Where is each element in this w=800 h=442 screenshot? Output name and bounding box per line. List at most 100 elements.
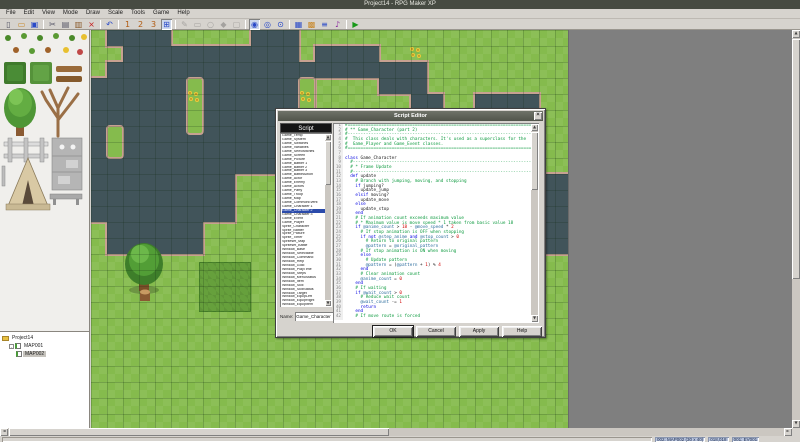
map-icon: [16, 351, 22, 357]
flood-fill-tool-icon: ◆: [218, 19, 229, 30]
event-layer-icon[interactable]: ⊞: [161, 19, 172, 30]
map-vertical-scrollbar[interactable]: ▲ ▼: [792, 30, 800, 428]
zoom-1-4-icon[interactable]: ⊙: [275, 19, 286, 30]
status-map-info: 002: MAP002 (30 x 40): [655, 437, 705, 442]
database-icon[interactable]: ▦: [293, 19, 304, 30]
app-window: Project14 - RPG Maker XP FileEditViewMod…: [0, 0, 800, 442]
playtest-icon[interactable]: ▶: [350, 19, 361, 30]
open-project-icon[interactable]: ▭: [16, 19, 27, 30]
toolbar-separator: [175, 20, 176, 29]
scroll-down-icon[interactable]: ▼: [531, 315, 538, 322]
cancel-button[interactable]: Cancel: [416, 326, 456, 337]
list-scroll-thumb[interactable]: [325, 141, 331, 185]
scroll-up-icon[interactable]: ▲: [792, 30, 800, 38]
scroll-down-icon[interactable]: ▼: [325, 300, 331, 306]
dialog-title: Script Editor: [394, 113, 427, 119]
code-editor-scrollbar[interactable]: ▲ ▼: [531, 124, 538, 322]
toolbar-separator: [100, 20, 101, 29]
tree-item-map001[interactable]: -MAP001: [0, 342, 89, 350]
toolbar-separator: [118, 20, 119, 29]
project-tree: Project14-MAP001MAP002: [0, 331, 90, 428]
code-line: 6#======================================…: [334, 147, 531, 152]
menu-game[interactable]: Game: [149, 9, 173, 18]
status-coordinates: 018,018: [708, 437, 728, 442]
menu-file[interactable]: File: [2, 9, 20, 18]
code-editor[interactable]: 1#======================================…: [333, 123, 539, 323]
select-tool-icon: ▢: [231, 19, 242, 30]
code-scroll-thumb[interactable]: [531, 132, 538, 190]
menu-mode[interactable]: Mode: [59, 9, 82, 18]
code-line: 42 # If move route is forced: [334, 315, 531, 320]
dialog-buttons: OK Cancel Apply Help: [276, 326, 542, 337]
scroll-up-icon[interactable]: ▲: [325, 134, 331, 140]
toolbar-separator: [289, 20, 290, 29]
undo-icon[interactable]: ↶: [104, 19, 115, 30]
map-horizontal-scrollbar[interactable]: ◄ ►: [0, 428, 792, 436]
vertical-scroll-thumb[interactable]: [792, 39, 800, 279]
apply-button[interactable]: Apply: [459, 326, 499, 337]
scroll-down-icon[interactable]: ▼: [792, 420, 800, 428]
menu-edit[interactable]: Edit: [20, 9, 38, 18]
paste-icon[interactable]: ▥: [73, 19, 84, 30]
ok-button[interactable]: OK: [373, 326, 413, 337]
code-lines: 1#======================================…: [334, 124, 531, 322]
tree-expander-icon[interactable]: -: [9, 344, 14, 349]
script-list[interactable]: Game_TempGame_SystemGame_SwitchesGame_Va…: [280, 133, 332, 307]
script-editor-icon[interactable]: ≡: [319, 19, 330, 30]
map-stump-sprite: [139, 288, 151, 302]
script-editor-dialog: Script Editor × Script Game_TempGame_Sys…: [275, 108, 546, 338]
map-dense-grass-patch: [199, 262, 251, 312]
zoom-1-2-icon[interactable]: ◎: [262, 19, 273, 30]
layer2-icon[interactable]: 2: [135, 19, 146, 30]
script-list-header: Script: [280, 123, 332, 133]
layer3-icon[interactable]: 3: [148, 19, 159, 30]
cut-icon[interactable]: ✂: [47, 19, 58, 30]
zoom-1-1-icon[interactable]: ◉: [249, 19, 260, 30]
menu-tools[interactable]: Tools: [127, 9, 149, 18]
script-list-scrollbar[interactable]: ▲ ▼: [325, 134, 331, 306]
material-base-icon[interactable]: ▩: [306, 19, 317, 30]
sound-test-icon[interactable]: ♪: [332, 19, 343, 30]
dialog-close-icon[interactable]: ×: [534, 112, 542, 120]
help-button[interactable]: Help: [502, 326, 542, 337]
name-label: Name:: [280, 314, 293, 319]
save-project-icon[interactable]: ▣: [29, 19, 40, 30]
menu-draw[interactable]: Draw: [82, 9, 104, 18]
map-icon: [15, 343, 21, 349]
folder-icon: [2, 336, 9, 341]
status-hint-panel: [2, 437, 652, 442]
scroll-right-icon[interactable]: ►: [784, 428, 792, 436]
tileset-palette-image: [0, 30, 90, 330]
window-titlebar[interactable]: Project14 - RPG Maker XP: [0, 0, 800, 9]
toolbar-separator: [245, 20, 246, 29]
editor-void-area: [568, 30, 792, 428]
scroll-up-icon[interactable]: ▲: [531, 124, 538, 131]
dialog-titlebar[interactable]: Script Editor ×: [278, 111, 543, 121]
horizontal-scroll-thumb[interactable]: [9, 428, 389, 436]
delete-icon[interactable]: ×: [86, 19, 97, 30]
rectangle-tool-icon: ▭: [192, 19, 203, 30]
tileset-palette[interactable]: [0, 30, 90, 331]
tree-item-label: MAP002: [23, 351, 46, 357]
status-bar: 002: MAP002 (30 x 40) 018,018 001: EV001: [0, 436, 800, 442]
ellipse-tool-icon: ○: [205, 19, 216, 30]
new-project-icon[interactable]: ▯: [3, 19, 14, 30]
toolbar: ▯▭▣✂▤▥×↶123⊞✎▭○◆▢◉◎⊙▦▩≡♪▶: [0, 19, 800, 30]
toolbar-separator: [346, 20, 347, 29]
tree-item-project14[interactable]: Project14: [0, 334, 89, 342]
menu-help[interactable]: Help: [173, 9, 193, 18]
copy-icon[interactable]: ▤: [60, 19, 71, 30]
toolbar-separator: [43, 20, 44, 29]
window-title: Project14 - RPG Maker XP: [364, 1, 436, 7]
tree-item-map002[interactable]: MAP002: [0, 350, 89, 358]
script-list-item[interactable]: Window_EquipItem: [282, 303, 325, 307]
menu-bar: FileEditViewModeDrawScaleToolsGameHelp: [0, 9, 800, 19]
menu-view[interactable]: View: [38, 9, 59, 18]
tree-item-label: Project14: [10, 335, 35, 341]
script-name-input[interactable]: [295, 312, 333, 321]
layer1-icon[interactable]: 1: [122, 19, 133, 30]
scroll-left-icon[interactable]: ◄: [0, 428, 8, 436]
menu-scale[interactable]: Scale: [104, 9, 127, 18]
status-event-info: 001: EV001: [732, 437, 760, 442]
scrollbar-corner: [792, 428, 800, 436]
